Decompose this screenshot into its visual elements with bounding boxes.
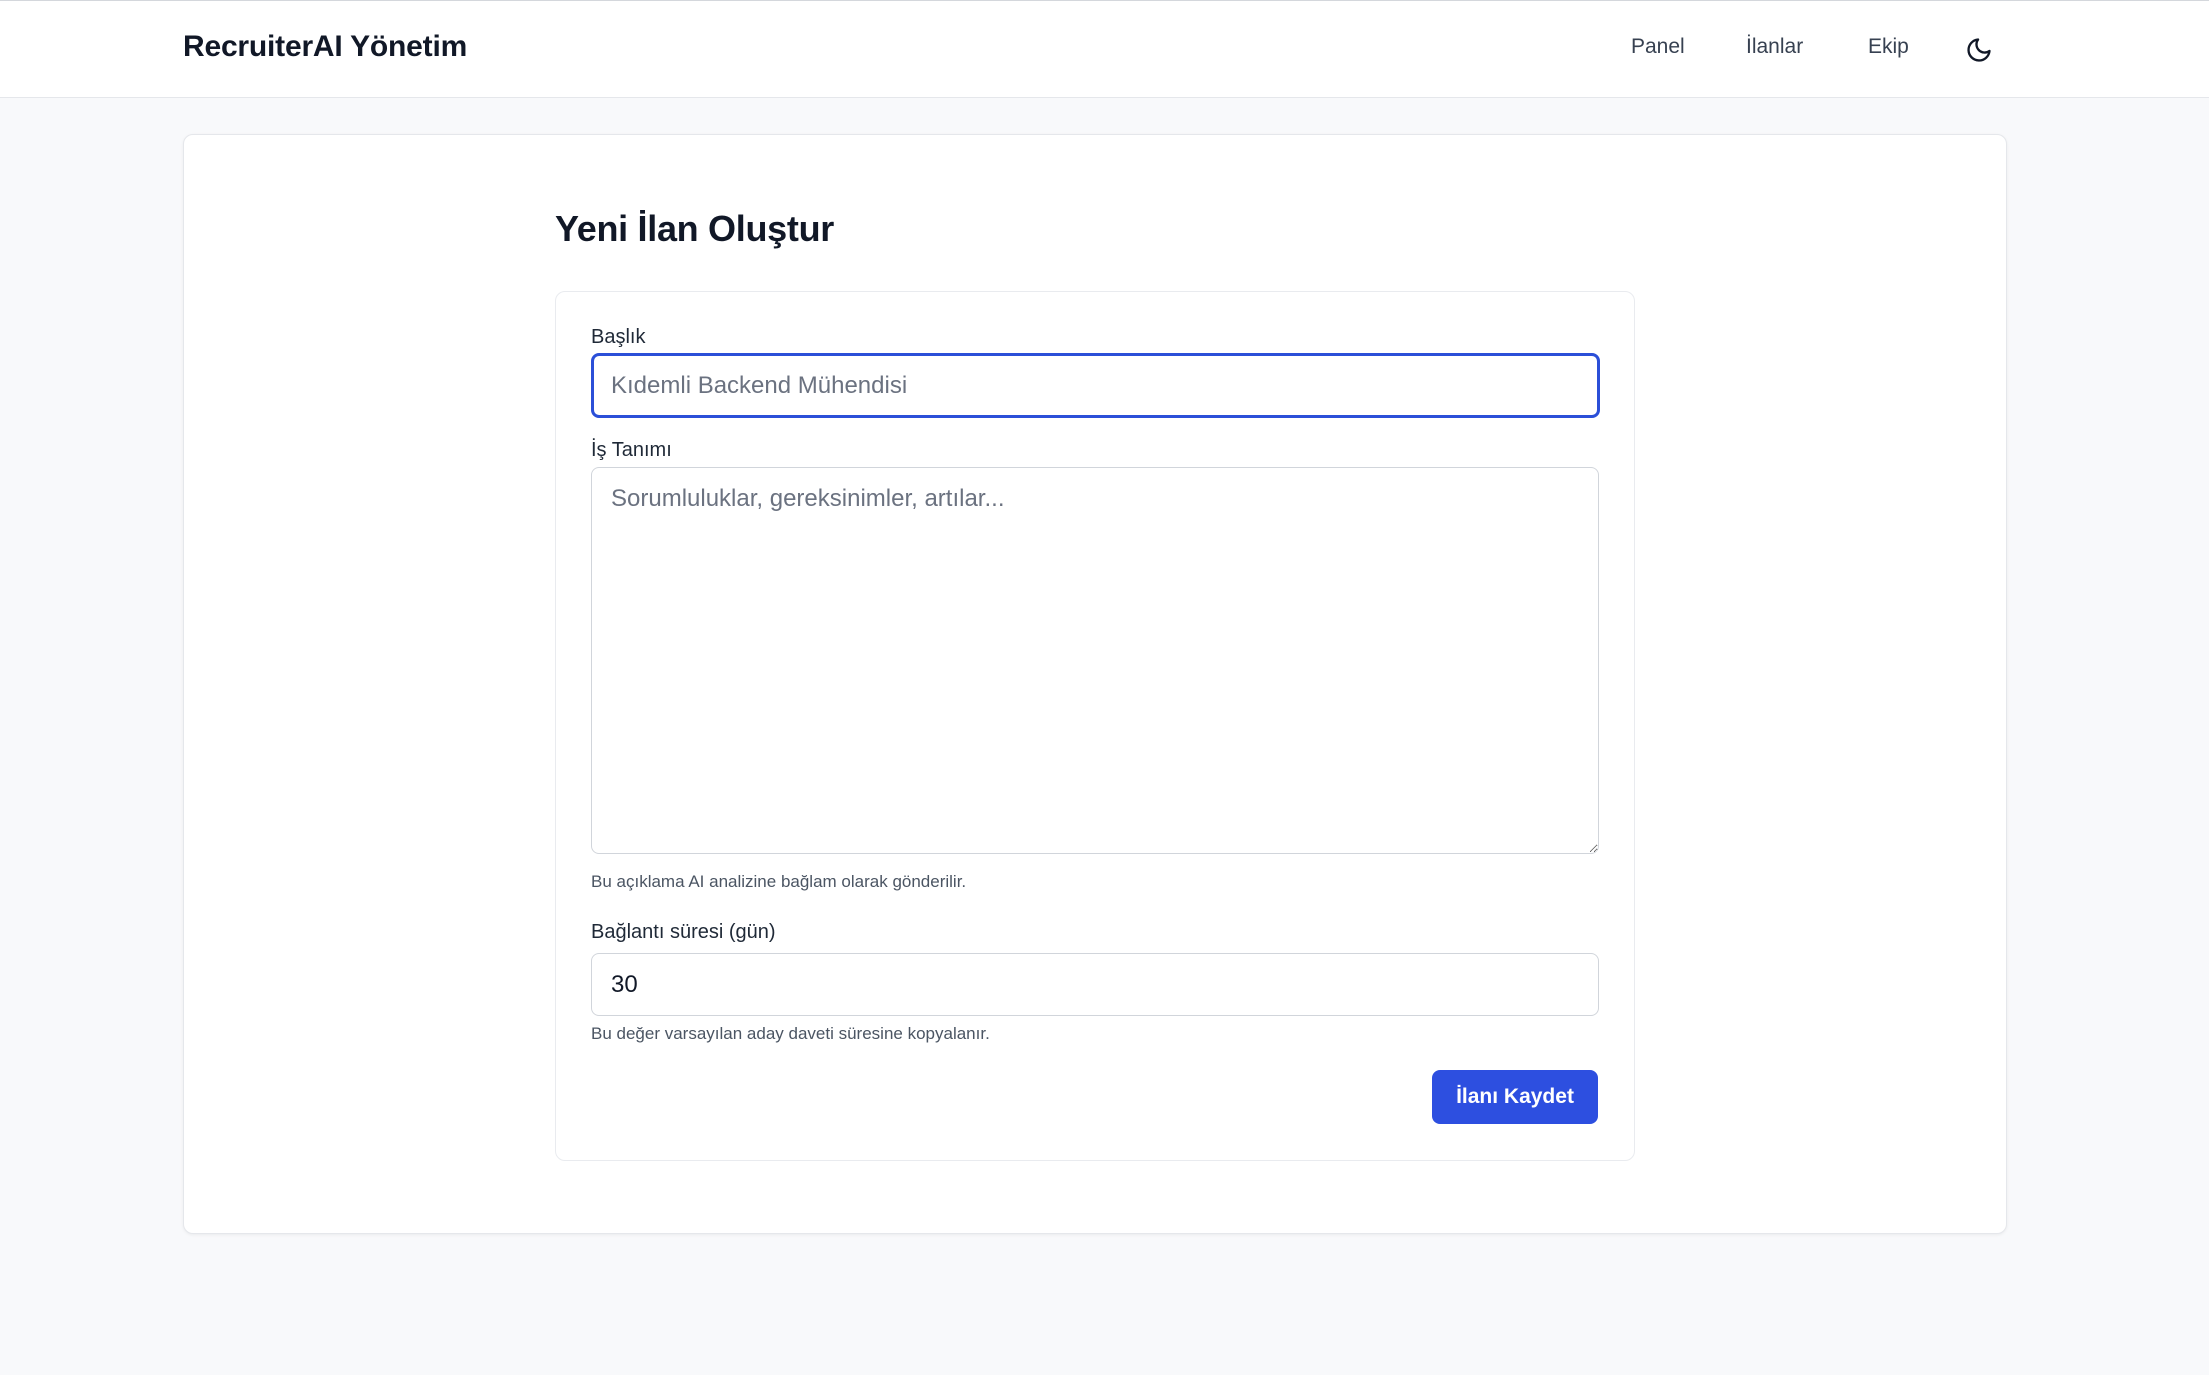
- save-job-button[interactable]: İlanı Kaydet: [1432, 1070, 1598, 1124]
- theme-toggle-button[interactable]: [1962, 33, 1996, 67]
- nav-ilanlar-link[interactable]: İlanlar: [1746, 35, 1803, 59]
- title-input[interactable]: [591, 353, 1600, 418]
- nav-ekip-link[interactable]: Ekip: [1868, 35, 1909, 59]
- nav-panel-link[interactable]: Panel: [1631, 35, 1685, 59]
- moon-icon: [1967, 38, 1991, 62]
- brand-title[interactable]: RecruiterAI Yönetim: [183, 30, 467, 64]
- page-title: Yeni İlan Oluştur: [555, 208, 834, 249]
- top-navbar: RecruiterAI Yönetim Panel İlanlar Ekip: [0, 0, 2209, 98]
- duration-label: Bağlantı süresi (gün): [591, 921, 776, 943]
- title-label: Başlık: [591, 326, 646, 348]
- duration-input[interactable]: [591, 953, 1599, 1016]
- description-label: İş Tanımı: [591, 439, 672, 461]
- description-help-text: Bu açıklama AI analizine bağlam olarak g…: [591, 872, 967, 891]
- duration-help-text: Bu değer varsayılan aday daveti süresine…: [591, 1024, 990, 1043]
- description-textarea[interactable]: [591, 467, 1599, 854]
